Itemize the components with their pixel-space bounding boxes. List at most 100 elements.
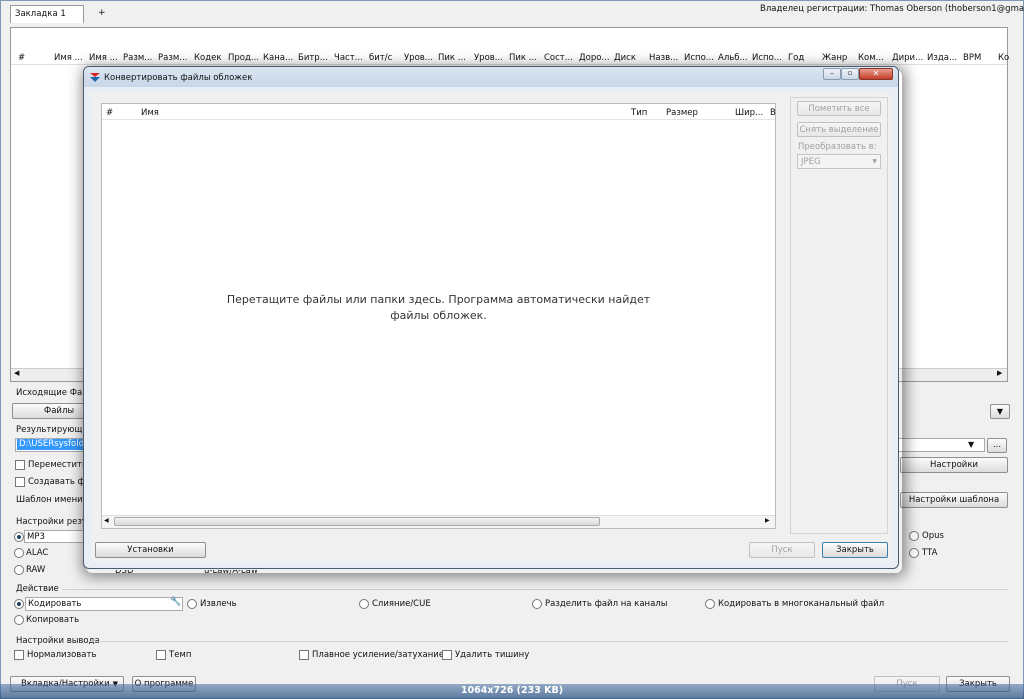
cover-column-header[interactable]: # xyxy=(106,108,113,118)
merge-radio[interactable] xyxy=(359,599,369,609)
column-header[interactable]: Уров... xyxy=(404,53,433,63)
action-section-label: Действие xyxy=(16,584,59,594)
tempo-checkbox[interactable] xyxy=(156,650,166,660)
normalize-label: Нормализовать xyxy=(27,650,97,660)
fade-label: Плавное усиление/затухание xyxy=(312,650,445,660)
extract-label: Извлечь xyxy=(200,599,237,609)
column-header[interactable]: Разм... xyxy=(158,53,187,63)
scroll-right-arrow[interactable]: ▶ xyxy=(997,369,1002,377)
mp3-radio[interactable] xyxy=(14,532,24,542)
result-folder-label: Результирующий xyxy=(16,425,94,435)
tempo-label: Темп xyxy=(169,650,192,660)
encode-radio[interactable] xyxy=(14,599,24,609)
owner-info: Владелец регистрации: Thomas Oberson (th… xyxy=(760,4,1024,14)
cover-scroll-thumb[interactable] xyxy=(114,517,600,526)
column-header[interactable]: Уров... xyxy=(474,53,503,63)
column-header[interactable]: Прод... xyxy=(228,53,259,63)
opus-radio[interactable] xyxy=(909,531,919,541)
column-header[interactable]: Диск xyxy=(614,53,636,63)
convert-to-label: Преобразовать в: xyxy=(798,142,877,152)
column-header[interactable]: Кодек xyxy=(194,53,221,63)
column-header[interactable]: Имя ... xyxy=(54,53,83,63)
copy-radio[interactable] xyxy=(14,615,24,625)
column-header[interactable]: Дири... xyxy=(892,53,923,63)
create-checkbox[interactable] xyxy=(15,477,25,487)
column-header[interactable]: Пик ... xyxy=(438,53,466,63)
dialog-settings-button[interactable]: Установки xyxy=(95,542,206,558)
column-header[interactable]: Испо... xyxy=(752,53,782,63)
cover-column-header[interactable]: Размер xyxy=(666,108,698,118)
column-header[interactable]: бит/с xyxy=(369,53,392,63)
column-header[interactable]: Част... xyxy=(334,53,363,63)
column-header[interactable]: Битр... xyxy=(298,53,328,63)
opus-label: Opus xyxy=(922,531,944,541)
silence-label: Удалить тишину xyxy=(455,650,530,660)
settings-button[interactable]: Настройки xyxy=(900,457,1008,473)
copy-label: Копировать xyxy=(26,615,80,625)
column-header[interactable]: Жанр xyxy=(822,53,847,63)
column-header[interactable]: Альб... xyxy=(718,53,748,63)
alac-radio[interactable] xyxy=(14,548,24,558)
alac-label: ALAC xyxy=(26,548,49,558)
column-header[interactable]: Ком... xyxy=(858,53,884,63)
extract-radio[interactable] xyxy=(187,599,197,609)
multichannel-radio[interactable] xyxy=(705,599,715,609)
format-value: JPEG xyxy=(801,157,821,167)
column-header[interactable]: Кана... xyxy=(263,53,293,63)
template-label: Шаблон имени ф xyxy=(16,495,93,505)
result-settings-label: Настройки резул xyxy=(16,517,93,527)
dialog-start-button[interactable]: Пуск xyxy=(749,542,815,558)
add-tab-button[interactable]: + xyxy=(98,8,106,18)
column-header[interactable]: BPM xyxy=(963,53,981,63)
column-header[interactable]: Изда... xyxy=(927,53,957,63)
tta-label: TTA xyxy=(922,548,938,558)
cover-scroll-right-arrow[interactable]: ▶ xyxy=(765,517,770,524)
split-label: Разделить файл на каналы xyxy=(545,599,668,609)
cover-column-header[interactable]: Имя xyxy=(141,108,159,118)
column-header[interactable]: # xyxy=(18,53,25,63)
tab-zakladka-1[interactable]: Закладка 1 xyxy=(10,5,84,23)
select-all-button[interactable]: Пометить все xyxy=(797,101,881,116)
multichannel-label: Кодировать в многоканальный файл xyxy=(718,599,885,609)
expand-dropdown-button[interactable]: ▼ xyxy=(990,404,1010,419)
cover-column-header[interactable]: В xyxy=(770,108,776,118)
template-settings-button[interactable]: Настройки шаблона xyxy=(900,492,1008,508)
wrench-icon[interactable]: 🔧 xyxy=(170,597,181,607)
column-header[interactable]: Доро... xyxy=(579,53,610,63)
window-close-button[interactable]: ✕ xyxy=(859,68,893,80)
maximize-button[interactable]: ▫ xyxy=(841,68,859,80)
silence-checkbox[interactable] xyxy=(442,650,452,660)
raw-radio[interactable] xyxy=(14,565,24,575)
format-dropdown-icon: ▼ xyxy=(872,158,877,165)
column-header[interactable]: Назв... xyxy=(649,53,678,63)
move-checkbox[interactable] xyxy=(15,460,25,470)
column-header[interactable]: Разм... xyxy=(123,53,152,63)
column-header[interactable]: Год xyxy=(788,53,804,63)
tta-radio[interactable] xyxy=(909,548,919,558)
action-separator xyxy=(62,589,1008,590)
image-caption: 1064x726 (233 KB) xyxy=(460,685,564,696)
drop-hint-line-1: Перетащите файлы или папки здесь. Програ… xyxy=(226,293,651,306)
dialog-close-button[interactable]: Закрыть xyxy=(822,542,888,558)
column-header[interactable]: Ко xyxy=(998,53,1009,63)
path-dropdown-arrow[interactable]: ▼ xyxy=(968,440,974,449)
column-header[interactable]: Испо... xyxy=(684,53,714,63)
cover-column-header[interactable]: Шир... xyxy=(735,108,763,118)
deselect-button[interactable]: Снять выделение xyxy=(797,122,881,137)
browse-button[interactable]: ... xyxy=(987,438,1007,453)
format-select[interactable]: JPEG ▼ xyxy=(797,154,881,169)
scroll-left-arrow[interactable]: ◀ xyxy=(14,369,19,377)
normalize-checkbox[interactable] xyxy=(14,650,24,660)
column-header[interactable]: Сост... xyxy=(544,53,573,63)
minimize-button[interactable]: – xyxy=(823,68,841,80)
split-radio[interactable] xyxy=(532,599,542,609)
output-section-label: Настройки вывода xyxy=(16,636,100,646)
cover-column-header[interactable]: Тип xyxy=(631,108,647,118)
fade-checkbox[interactable] xyxy=(299,650,309,660)
output-separator xyxy=(90,641,1008,642)
column-header[interactable]: Пик ... xyxy=(509,53,537,63)
encode-combo[interactable]: Кодировать xyxy=(25,597,183,611)
merge-label: Слияние/CUE xyxy=(372,599,431,609)
column-header[interactable]: Имя ... xyxy=(89,53,118,63)
cover-scroll-left-arrow[interactable]: ◀ xyxy=(104,517,109,524)
